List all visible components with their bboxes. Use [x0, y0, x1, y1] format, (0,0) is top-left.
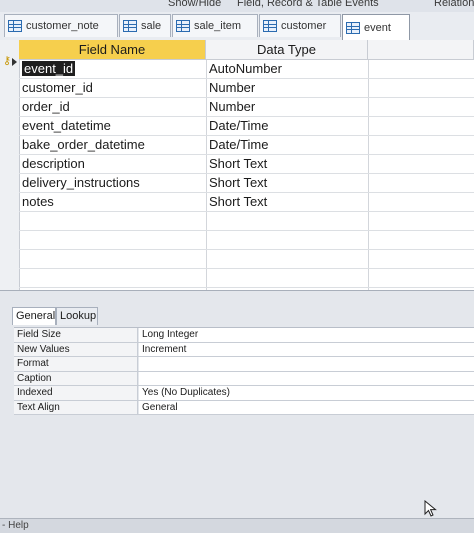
table-design-grid: Field Name Data Type ⚷ event_id AutoNumb…: [0, 40, 474, 290]
property-value[interactable]: [139, 371, 474, 385]
tab-label: sale_item: [194, 20, 242, 32]
data-type-cell[interactable]: Date/Time: [206, 136, 368, 154]
field-name-cell[interactable]: event_datetime: [19, 117, 206, 135]
row-selector-column[interactable]: [0, 40, 20, 290]
field-name-cell[interactable]: order_id: [19, 98, 206, 116]
field-name-cell[interactable]: event_id: [19, 60, 206, 78]
property-label: Indexed: [14, 386, 138, 400]
field-name-cell[interactable]: bake_order_datetime: [19, 136, 206, 154]
field-name-cell[interactable]: delivery_instructions: [19, 174, 206, 192]
empty-field-row[interactable]: [19, 269, 474, 288]
property-value[interactable]: [139, 357, 474, 371]
tab-customer-note[interactable]: customer_note: [4, 14, 118, 37]
field-row[interactable]: customer_id Number: [19, 79, 474, 98]
table-icon: [8, 20, 22, 32]
tab-label: customer: [281, 20, 327, 32]
tab-sale-item[interactable]: sale_item: [172, 14, 258, 37]
tab-lookup[interactable]: Lookup: [56, 307, 98, 325]
field-name-header[interactable]: Field Name: [19, 40, 206, 60]
field-properties-pane: General Lookup Field Size Long Integer N…: [0, 290, 474, 519]
property-label: New Values: [14, 342, 138, 356]
empty-field-row[interactable]: [19, 212, 474, 231]
tab-sale[interactable]: sale: [119, 14, 171, 37]
tab-customer[interactable]: customer: [259, 14, 341, 37]
table-icon: [346, 21, 360, 34]
property-row[interactable]: Field Size Long Integer: [14, 328, 474, 343]
field-row[interactable]: bake_order_datetime Date/Time: [19, 136, 474, 155]
mouse-pointer-icon: [424, 500, 437, 517]
property-value[interactable]: Long Integer: [139, 328, 474, 342]
tab-event[interactable]: event: [342, 14, 410, 40]
property-value[interactable]: Increment: [139, 342, 474, 356]
field-row[interactable]: notes Short Text: [19, 193, 474, 212]
field-row[interactable]: order_id Number: [19, 98, 474, 117]
field-name-cell[interactable]: notes: [19, 193, 206, 211]
ribbon-group-show-hide: Show/Hide: [168, 0, 222, 9]
data-type-header[interactable]: Data Type: [206, 40, 368, 60]
table-icon: [176, 20, 190, 32]
field-name-text: event_id: [22, 61, 76, 76]
data-type-cell[interactable]: Short Text: [206, 193, 368, 211]
document-tab-bar: customer_note sale sale_item customer ev…: [0, 12, 474, 41]
table-icon: [263, 20, 277, 32]
property-label: Field Size: [14, 328, 138, 342]
field-row[interactable]: description Short Text: [19, 155, 474, 174]
field-name-cell[interactable]: description: [19, 155, 206, 173]
property-value[interactable]: General: [139, 400, 474, 414]
property-row[interactable]: Caption: [14, 371, 474, 386]
data-type-cell[interactable]: AutoNumber: [206, 60, 368, 78]
tab-label: event: [364, 21, 391, 34]
property-row[interactable]: Indexed Yes (No Duplicates): [14, 386, 474, 401]
field-row[interactable]: event_id AutoNumber: [19, 60, 474, 79]
field-row[interactable]: event_datetime Date/Time: [19, 117, 474, 136]
property-row[interactable]: Text Align General: [14, 400, 474, 415]
tab-label: customer_note: [26, 20, 99, 32]
property-label: Format: [14, 357, 138, 371]
table-icon: [123, 20, 137, 32]
data-type-cell[interactable]: Number: [206, 98, 368, 116]
property-value[interactable]: Yes (No Duplicates): [139, 386, 474, 400]
property-label: Text Align: [14, 400, 138, 414]
empty-field-row[interactable]: [19, 231, 474, 250]
property-row[interactable]: Format: [14, 357, 474, 372]
field-row[interactable]: delivery_instructions Short Text: [19, 174, 474, 193]
data-type-cell[interactable]: Short Text: [206, 155, 368, 173]
ribbon-group-relationships: Relation: [434, 0, 474, 9]
description-header[interactable]: [368, 40, 474, 60]
field-name-cell[interactable]: customer_id: [19, 79, 206, 97]
status-bar: - Help: [0, 518, 474, 533]
empty-field-row[interactable]: [19, 250, 474, 269]
ribbon-group-events: Field, Record & Table Events: [237, 0, 379, 9]
tab-general[interactable]: General: [12, 307, 56, 325]
property-row[interactable]: New Values Increment: [14, 342, 474, 357]
data-type-cell[interactable]: Number: [206, 79, 368, 97]
data-type-cell[interactable]: Date/Time: [206, 117, 368, 135]
property-label: Caption: [14, 371, 138, 385]
data-type-cell[interactable]: Short Text: [206, 174, 368, 192]
current-row-arrow-icon: [12, 58, 17, 66]
tab-label: sale: [141, 20, 162, 32]
properties-table: Field Size Long Integer New Values Incre…: [14, 327, 474, 415]
